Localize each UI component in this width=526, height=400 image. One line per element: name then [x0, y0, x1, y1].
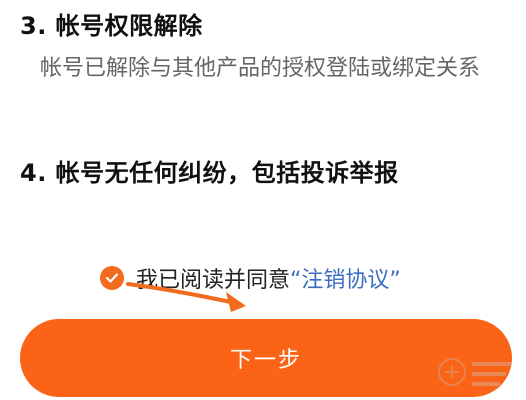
- cancellation-agreement-link[interactable]: “注销协议”: [290, 262, 401, 294]
- section-title-no-disputes: 4. 帐号无任何纠纷，包括投诉举报: [20, 159, 399, 187]
- agreement-row: 我已阅读并同意 “注销协议”: [100, 262, 401, 294]
- watermark-icon: [438, 358, 512, 386]
- next-step-label: 下一步: [229, 348, 302, 373]
- check-icon: [105, 273, 119, 283]
- agreement-checkbox[interactable]: [100, 266, 124, 290]
- agreement-text: 我已阅读并同意: [136, 268, 291, 293]
- page: 3. 帐号权限解除 帐号已解除与其他产品的授权登陆或绑定关系 4. 帐号无任何纠…: [0, 0, 526, 400]
- section-title-account-permission-release: 3. 帐号权限解除: [20, 12, 203, 40]
- section-description-account-permission-release: 帐号已解除与其他产品的授权登陆或绑定关系: [40, 56, 481, 81]
